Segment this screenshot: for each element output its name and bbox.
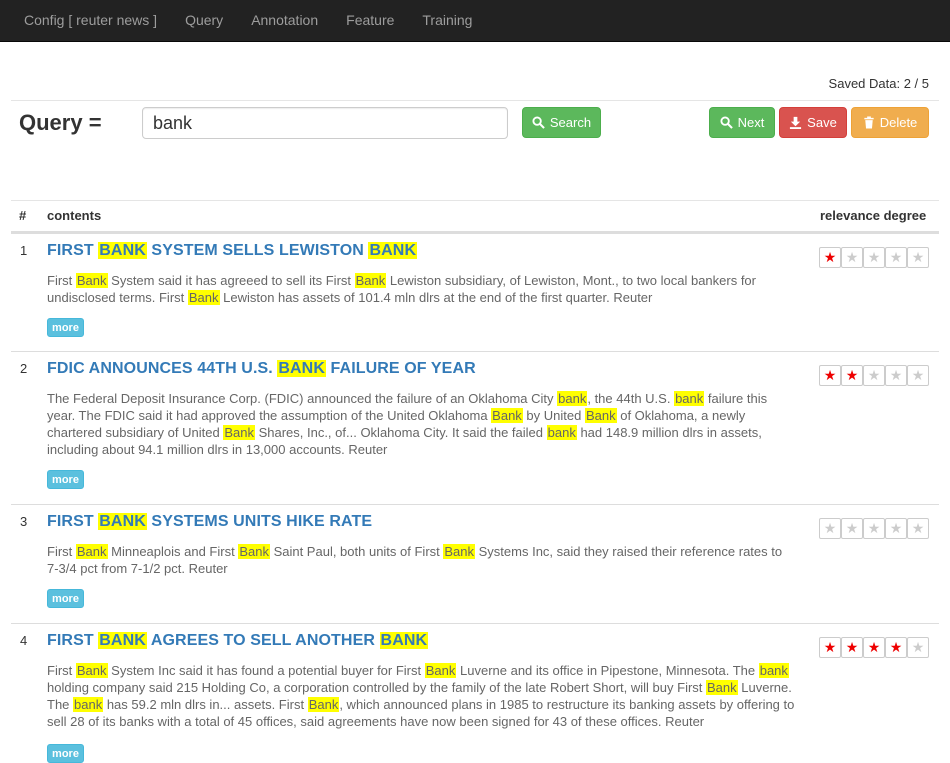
- keyword-highlight: Bank: [187, 290, 220, 305]
- row-title-link[interactable]: FIRST BANK SYSTEMS UNITS HIKE RATE: [47, 513, 372, 531]
- relevance-rating[interactable]: ★ ★ ★ ★ ★: [819, 637, 929, 658]
- more-button[interactable]: more: [47, 318, 84, 337]
- saved-data-status: Saved Data: 2 / 5: [828, 76, 929, 91]
- star-icon[interactable]: ★: [907, 637, 929, 658]
- star-icon[interactable]: ★: [841, 247, 863, 268]
- star-icon[interactable]: ★: [819, 365, 841, 386]
- more-button[interactable]: more: [47, 470, 84, 489]
- keyword-highlight: Bank: [307, 697, 340, 712]
- search-button[interactable]: Search: [522, 107, 601, 138]
- keyword-highlight: Bank: [491, 408, 523, 423]
- star-icon[interactable]: ★: [819, 518, 841, 539]
- save-button[interactable]: Save: [779, 107, 847, 138]
- delete-button-label: Delete: [879, 115, 918, 130]
- keyword-highlight: Bank: [223, 425, 255, 440]
- star-icon[interactable]: ★: [863, 365, 885, 386]
- row-body-text: The Federal Deposit Insurance Corp. (FDI…: [47, 391, 768, 457]
- keyword-highlight: Bank: [238, 544, 270, 559]
- keyword-highlight: Bank: [75, 273, 108, 288]
- keyword-highlight: BANK: [379, 632, 429, 649]
- row-title-link[interactable]: FIRST BANK AGREES TO SELL ANOTHER BANK: [47, 632, 429, 650]
- star-icon[interactable]: ★: [841, 518, 863, 539]
- keyword-highlight: bank: [73, 697, 104, 712]
- relevance-rating[interactable]: ★ ★ ★ ★ ★: [819, 247, 929, 268]
- divider: [11, 100, 939, 101]
- table-row: 3 FIRST BANK SYSTEMS UNITS HIKE RATE First…: [11, 504, 939, 623]
- relevance-rating[interactable]: ★ ★ ★ ★ ★: [819, 518, 929, 539]
- star-icon[interactable]: ★: [885, 247, 907, 268]
- star-icon[interactable]: ★: [819, 637, 841, 658]
- row-title-link[interactable]: FIRST BANK SYSTEM SELLS LEWISTON BANK: [47, 242, 418, 260]
- star-icon[interactable]: ★: [885, 518, 907, 539]
- row-number: 1: [20, 243, 28, 258]
- row-body-text: First Bank System said it has agreeed to…: [47, 273, 756, 305]
- keyword-highlight: BANK: [98, 632, 147, 649]
- star-icon[interactable]: ★: [907, 365, 929, 386]
- trash-icon: [863, 116, 875, 129]
- star-icon[interactable]: ★: [907, 247, 929, 268]
- keyword-highlight: Bank: [584, 408, 617, 423]
- table-row: 1 FIRST BANK SYSTEM SELLS LEWISTON BANK Fi…: [11, 233, 939, 351]
- search-icon: [720, 116, 733, 129]
- star-icon[interactable]: ★: [907, 518, 929, 539]
- nav-query[interactable]: Query: [171, 0, 237, 42]
- delete-button[interactable]: Delete: [851, 107, 929, 138]
- search-icon: [532, 116, 545, 129]
- keyword-highlight: Bank: [424, 663, 457, 678]
- star-icon[interactable]: ★: [841, 365, 863, 386]
- keyword-highlight: BANK: [277, 360, 326, 377]
- row-number: 2: [20, 361, 28, 376]
- keyword-highlight: bank: [758, 663, 789, 678]
- keyword-highlight: BANK: [98, 513, 147, 530]
- keyword-highlight: BANK: [368, 242, 418, 259]
- row-body-text: First Bank Minneaplois and First Bank Sa…: [47, 544, 783, 576]
- save-button-label: Save: [807, 115, 837, 130]
- keyword-highlight: bank: [674, 391, 705, 406]
- star-icon[interactable]: ★: [885, 365, 907, 386]
- keyword-highlight: Bank: [75, 544, 108, 559]
- keyword-highlight: Bank: [354, 273, 387, 288]
- table-row: 2 FDIC ANNOUNCES 44TH U.S. BANK FAILURE O…: [11, 351, 939, 504]
- download-icon: [789, 116, 802, 129]
- divider: [11, 200, 939, 201]
- star-icon[interactable]: ★: [863, 518, 885, 539]
- keyword-highlight: Bank: [443, 544, 476, 559]
- col-header-num: #: [19, 208, 27, 223]
- star-icon[interactable]: ★: [841, 637, 863, 658]
- keyword-highlight: Bank: [706, 680, 738, 695]
- row-number: 4: [20, 633, 28, 648]
- next-button-label: Next: [737, 115, 765, 130]
- star-icon[interactable]: ★: [819, 247, 841, 268]
- row-body-text: First Bank System Inc said it has found …: [47, 663, 795, 729]
- keyword-highlight: bank: [546, 425, 577, 440]
- query-input[interactable]: [142, 107, 508, 139]
- star-icon[interactable]: ★: [863, 247, 885, 268]
- col-header-relevance: relevance degree: [820, 208, 927, 223]
- row-title-link[interactable]: FDIC ANNOUNCES 44TH U.S. BANK FAILURE OF…: [47, 360, 476, 378]
- nav-annotation[interactable]: Annotation: [237, 0, 332, 42]
- more-button[interactable]: more: [47, 744, 84, 763]
- star-icon[interactable]: ★: [885, 637, 907, 658]
- nav-training[interactable]: Training: [408, 0, 486, 42]
- nav-feature[interactable]: Feature: [332, 0, 408, 42]
- star-icon[interactable]: ★: [863, 637, 885, 658]
- keyword-highlight: bank: [557, 391, 588, 406]
- more-button[interactable]: more: [47, 589, 84, 608]
- keyword-highlight: BANK: [98, 242, 147, 259]
- query-label: Query =: [19, 110, 102, 135]
- relevance-rating[interactable]: ★ ★ ★ ★ ★: [819, 365, 929, 386]
- col-header-contents: contents: [47, 208, 102, 223]
- row-number: 3: [20, 514, 28, 529]
- search-button-label: Search: [549, 115, 592, 130]
- keyword-highlight: Bank: [75, 663, 108, 678]
- nav-config[interactable]: Config [ reuter news ]: [10, 0, 171, 42]
- top-navbar: Config [ reuter news ] Query Annotation …: [0, 0, 950, 42]
- table-row: 4 FIRST BANK AGREES TO SELL ANOTHER BANK F…: [11, 623, 939, 763]
- next-button[interactable]: Next: [709, 107, 775, 138]
